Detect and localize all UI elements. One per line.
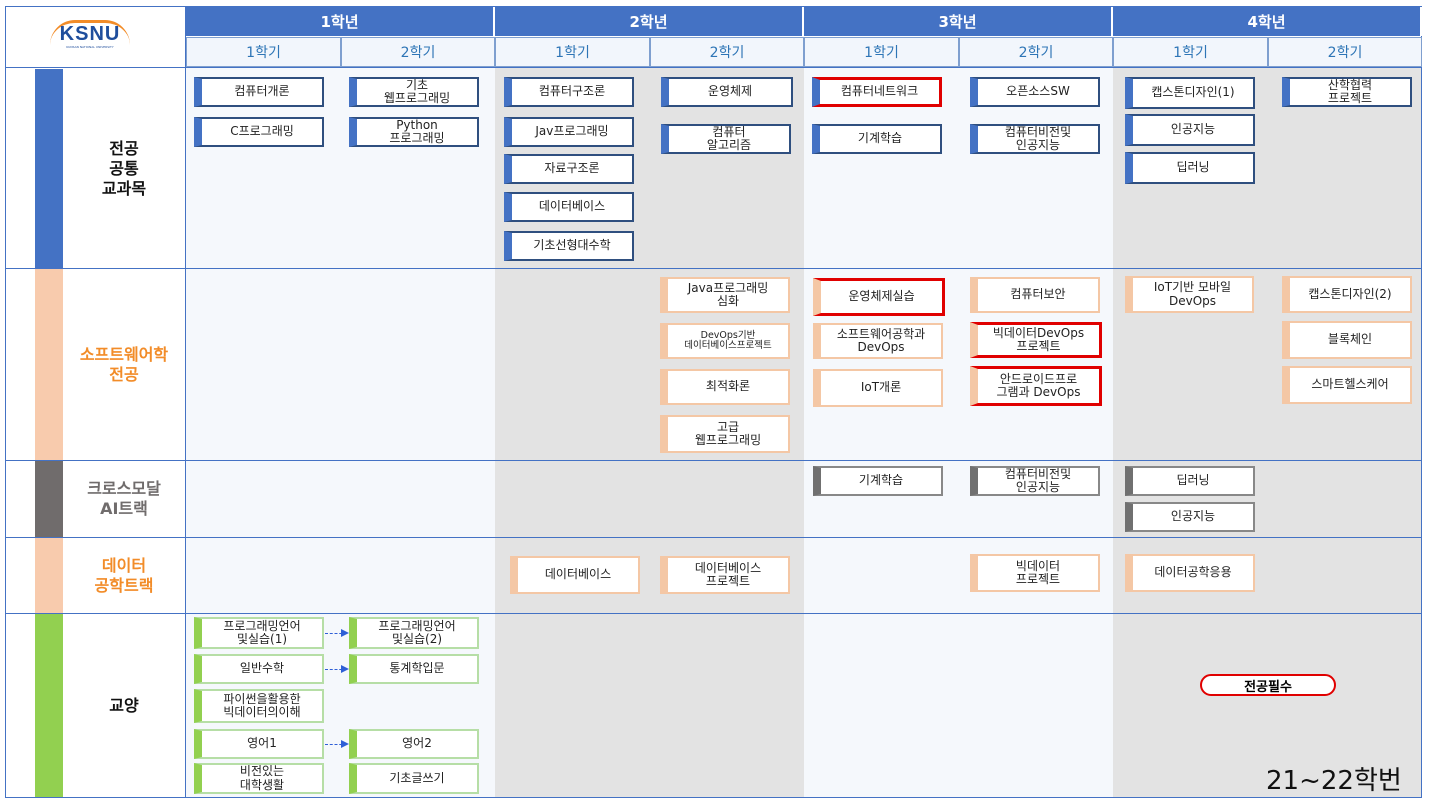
course-stats-intro[interactable]: 통계학입문: [349, 654, 479, 684]
course-networks[interactable]: 컴퓨터네트워크: [812, 77, 942, 107]
course-comp-struct[interactable]: 컴퓨터구조론: [504, 77, 634, 107]
semester-header-2-2: 2학기: [650, 37, 804, 67]
semester-header-3-2: 2학기: [959, 37, 1113, 67]
course-android-devops[interactable]: 안드로이드프로 그램과 DevOps: [970, 366, 1102, 406]
course-os-lab[interactable]: 운영체제실습: [813, 278, 945, 316]
prerequisite-arrow: [325, 629, 349, 637]
course-blockchain[interactable]: 블록체인: [1282, 321, 1412, 359]
course-algorithms[interactable]: 컴퓨터 알고리즘: [661, 124, 791, 154]
category-major-common: 전공 공통 교과목: [101, 138, 147, 198]
course-prog-lang2[interactable]: 프로그래밍언어 및실습(2): [349, 617, 479, 649]
logo-subtext: KUNSAN NATIONAL UNIVERSITY: [66, 45, 114, 49]
course-data-eng-app[interactable]: 데이터공학응용: [1125, 554, 1255, 592]
course-cs-intro[interactable]: 컴퓨터개론: [194, 77, 324, 107]
course-python-prog[interactable]: Python 프로그래밍: [349, 117, 479, 147]
category-bar-software: [35, 269, 63, 460]
course-dl[interactable]: 딥러닝: [1125, 152, 1255, 184]
course-iot-mobile[interactable]: IoT기반 모바일 DevOps: [1125, 276, 1254, 313]
course-linear-algebra[interactable]: 기초선형대수학: [504, 231, 634, 261]
logo-mark: KSNU: [50, 20, 130, 45]
column-divider: [185, 6, 186, 798]
course-db-project[interactable]: 데이터베이스 프로젝트: [660, 556, 790, 594]
prerequisite-arrow: [325, 665, 349, 673]
course-college-life[interactable]: 비전있는 대학생활: [194, 763, 324, 794]
semester-header-4-2: 2학기: [1268, 37, 1422, 67]
category-bar-major-common: [35, 69, 63, 268]
category-bar-liberal: [35, 614, 63, 797]
course-os[interactable]: 운영체제: [661, 77, 793, 107]
course-gen-math[interactable]: 일반수학: [194, 654, 324, 684]
course-iot-intro[interactable]: IoT개론: [813, 369, 943, 407]
course-security[interactable]: 컴퓨터보안: [970, 277, 1100, 313]
course-adv-web[interactable]: 고급 웹프로그래밍: [660, 415, 790, 453]
category-data: 데이터 공학트랙: [94, 555, 154, 595]
course-prog-lang1[interactable]: 프로그래밍언어 및실습(1): [194, 617, 324, 649]
category-crossmodal: 크로스모달 AI트랙: [87, 479, 161, 518]
row-divider: [5, 537, 1422, 538]
row-divider: [5, 613, 1422, 614]
cohort-label: 21~22학번: [1266, 766, 1402, 796]
course-c-prog[interactable]: C프로그래밍: [194, 117, 324, 147]
row-divider: [5, 268, 1422, 269]
category-software: 소프트웨어학 전공: [79, 344, 169, 384]
course-industry-project[interactable]: 산학협력 프로젝트: [1282, 77, 1412, 107]
course-bigdata-project[interactable]: 빅데이터 프로젝트: [970, 554, 1100, 592]
semester-header-2-1: 1학기: [495, 37, 650, 67]
course-java-adv[interactable]: Java프로그래밍 심화: [660, 277, 790, 313]
course-se-devops[interactable]: 소프트웨어공학과 DevOps: [813, 323, 943, 359]
year-header-3: 3학년: [804, 7, 1113, 36]
prerequisite-arrow: [325, 740, 349, 748]
course-devops-db[interactable]: DevOps기반 데이터베이스프로젝트: [660, 323, 790, 359]
course-ai[interactable]: 인공지능: [1125, 114, 1255, 146]
course-cm-ai[interactable]: 인공지능: [1125, 502, 1255, 532]
semester-header-4-1: 1학기: [1113, 37, 1268, 67]
course-cm-dl[interactable]: 딥러닝: [1125, 466, 1255, 496]
course-cm-ml[interactable]: 기계학습: [813, 466, 943, 496]
course-english1[interactable]: 영어1: [194, 729, 324, 759]
course-cv-ai[interactable]: 컴퓨터비전및 인공지능: [970, 124, 1100, 154]
logo: KSNU KUNSAN NATIONAL UNIVERSITY: [50, 20, 130, 54]
course-oss[interactable]: 오픈소스SW: [970, 77, 1100, 107]
semester-header-1-2: 2학기: [341, 37, 495, 67]
category-liberal: 교양: [109, 695, 139, 715]
course-database[interactable]: 데이터베이스: [504, 192, 634, 222]
course-optimization[interactable]: 최적화론: [660, 369, 790, 405]
course-basic-writing[interactable]: 기초글쓰기: [349, 763, 479, 794]
course-d-database[interactable]: 데이터베이스: [510, 556, 640, 594]
year-header-4: 4학년: [1113, 7, 1422, 36]
semester-header-1-1: 1학기: [186, 37, 341, 67]
course-ml[interactable]: 기계학습: [812, 124, 942, 154]
course-basic-web[interactable]: 기초 웹프로그래밍: [349, 77, 479, 107]
semester-header-3-1: 1학기: [804, 37, 959, 67]
course-cm-cv-ai[interactable]: 컴퓨터비전및 인공지능: [970, 466, 1100, 496]
year-header-1: 1학년: [186, 7, 495, 36]
course-capstone2[interactable]: 캡스톤디자인(2): [1282, 276, 1412, 313]
course-python-bigdata[interactable]: 파이썬을활용한 빅데이터의이해: [194, 689, 324, 723]
row-divider: [5, 460, 1422, 461]
category-bar-data: [35, 538, 63, 613]
course-bigdata-devops[interactable]: 빅데이터DevOps 프로젝트: [970, 322, 1102, 358]
course-smart-health[interactable]: 스마트헬스케어: [1282, 366, 1412, 404]
row-divider: [5, 67, 1422, 68]
year-header-2: 2학년: [495, 7, 804, 36]
course-capstone1[interactable]: 캡스톤디자인(1): [1125, 77, 1255, 109]
course-data-struct[interactable]: 자료구조론: [504, 154, 634, 184]
course-java-prog[interactable]: Jav프로그래밍: [504, 117, 634, 147]
category-bar-crossmodal: [35, 461, 63, 537]
course-english2[interactable]: 영어2: [349, 729, 479, 759]
legend-required: 전공필수: [1200, 674, 1336, 696]
